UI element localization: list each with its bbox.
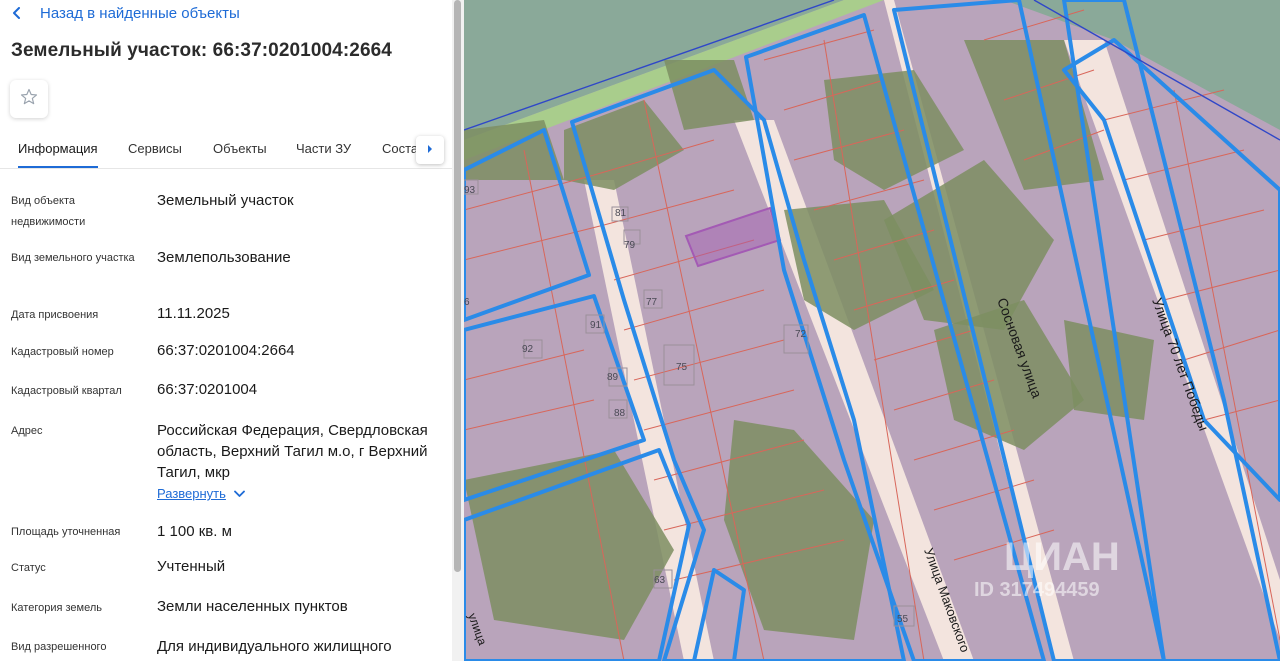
plot-number: 93	[464, 185, 476, 196]
star-icon	[19, 87, 39, 112]
label-permitted-use: Вид разрешенного	[11, 641, 107, 653]
value-land-category: Земли населенных пунктов	[157, 598, 348, 615]
watermark-id: ID 317494459	[974, 579, 1100, 601]
value-area: 1 100 кв. м	[157, 523, 232, 540]
chevron-down-icon	[234, 490, 245, 498]
chevron-left-icon	[12, 2, 34, 24]
value-address: Российская Федерация, Свердловская облас…	[157, 422, 428, 481]
back-link-label: Назад в найденные объекты	[40, 4, 240, 22]
tabs-scroll-right-button[interactable]	[416, 136, 444, 164]
label-address: Адрес	[11, 425, 43, 437]
page-title: Земельный участок: 66:37:0201004:2664	[11, 40, 392, 61]
plot-number: 6	[464, 297, 470, 308]
tab-information[interactable]: Информация	[18, 130, 98, 168]
tab-objects[interactable]: Объекты	[213, 130, 267, 168]
tab-parts[interactable]: Части ЗУ	[296, 130, 351, 168]
expand-address-link[interactable]: Развернуть	[157, 486, 245, 501]
plot-number: 89	[607, 372, 619, 383]
plot-number: 88	[614, 408, 626, 419]
label-plot-type: Вид земельного участка	[11, 252, 135, 264]
plot-number: 55	[897, 614, 909, 625]
value-cadastral-number: 66:37:0201004:2664	[157, 342, 295, 359]
value-object-type: Земельный участок	[157, 192, 294, 209]
plot-number: 77	[646, 297, 658, 308]
tab-composition[interactable]: Соста	[382, 130, 418, 168]
watermark-logo: ЦИАН	[1004, 535, 1120, 579]
panel-scrollbar-thumb[interactable]	[454, 0, 461, 572]
label-assignment-date: Дата присвоения	[11, 309, 99, 321]
plot-number: 92	[522, 344, 534, 355]
plot-number: 75	[676, 362, 688, 373]
value-permitted-use: Для индивидуального жилищного	[157, 638, 392, 655]
label-land-category: Категория земель	[11, 602, 102, 614]
plot-number: 63	[654, 575, 666, 586]
plot-number: 79	[624, 240, 636, 251]
tab-services[interactable]: Сервисы	[128, 130, 182, 168]
tab-bar: Информация Сервисы Объекты Части ЗУ Сост…	[0, 130, 452, 169]
value-plot-type: Землепользование	[157, 249, 291, 266]
plot-number: 72	[795, 329, 807, 340]
favorite-button[interactable]	[10, 80, 48, 118]
label-status: Статус	[11, 562, 46, 574]
plot-number: 81	[615, 208, 627, 219]
label-object-type: Вид объекта недвижимости	[11, 195, 86, 228]
label-cadastral-quarter: Кадастровый квартал	[11, 385, 122, 397]
value-assignment-date: 11.11.2025	[157, 305, 230, 322]
label-area: Площадь уточненная	[11, 526, 121, 538]
value-cadastral-quarter: 66:37:0201004	[157, 381, 258, 398]
expand-label: Развернуть	[157, 486, 226, 501]
value-status: Учтенный	[157, 558, 226, 575]
plot-number: 91	[590, 320, 602, 331]
cadastral-map[interactable]: 81 79 77 75 72 93 91 92 89 88 63 55 6 Со…	[464, 0, 1280, 661]
info-panel: Назад в найденные объекты Земельный учас…	[0, 0, 452, 661]
back-link[interactable]: Назад в найденные объекты	[12, 2, 240, 24]
caret-right-icon	[426, 141, 434, 159]
label-cadastral-number: Кадастровый номер	[11, 346, 114, 358]
map-canvas: 81 79 77 75 72 93 91 92 89 88 63 55 6 Со…	[464, 0, 1280, 661]
